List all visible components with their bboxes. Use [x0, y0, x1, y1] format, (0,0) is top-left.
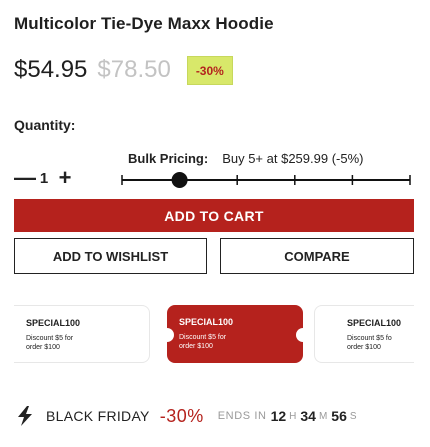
coupon-code: SPECIAL100: [26, 318, 81, 328]
price-row: $54.95 $78.50 -30%: [14, 54, 233, 86]
ends-in-label: ENDS IN: [217, 410, 267, 422]
countdown-hours: 12: [270, 408, 287, 424]
compare-button[interactable]: COMPARE: [220, 238, 414, 274]
bulk-pricing-label: Bulk Pricing:: [128, 151, 209, 166]
coupon-description: order $100: [347, 344, 381, 351]
coupon-carousel: SPECIAL100 Discount $5 for order $100 SP…: [14, 305, 414, 363]
original-price: $78.50: [97, 56, 171, 83]
add-to-cart-button[interactable]: ADD TO CART: [14, 199, 414, 232]
promo-label: BLACK FRIDAY: [46, 408, 150, 424]
bulk-pricing: Bulk Pricing: Buy 5+ at $259.99 (-5%): [128, 151, 363, 166]
coupon-notch: [296, 328, 310, 342]
coupon-description: Discount $5 for: [26, 335, 74, 343]
coupon-description: Discount $5 fo: [347, 335, 392, 343]
coupon-card[interactable]: SPECIAL100 Discount $5 fo order $100: [314, 305, 414, 363]
bulk-quantity-slider[interactable]: [118, 171, 414, 189]
quantity-stepper: — 1 +: [14, 167, 74, 189]
add-to-wishlist-button[interactable]: ADD TO WISHLIST: [14, 238, 207, 274]
countdown-seconds-unit: S: [349, 410, 357, 422]
quantity-label: Quantity:: [14, 117, 76, 133]
coupon-notch: [160, 328, 174, 342]
product-title: Multicolor Tie-Dye Maxx Hoodie: [14, 14, 274, 33]
coupon-code: SPECIAL100: [179, 317, 234, 327]
quantity-value[interactable]: 1: [32, 170, 56, 187]
bulk-pricing-text: Buy 5+ at $259.99 (-5%): [222, 151, 364, 166]
coupon-code: SPECIAL100: [347, 318, 402, 328]
promo-percent: -30%: [159, 405, 204, 426]
sale-price: $54.95: [14, 56, 88, 83]
black-friday-banner: BLACK FRIDAY -30% ENDS IN 12 H 34 M 56 S: [14, 404, 357, 428]
coupon-description: Discount $5 for: [179, 334, 227, 342]
coupon-card[interactable]: SPECIAL100 Discount $5 for order $100: [14, 305, 150, 363]
increment-button[interactable]: +: [56, 167, 74, 189]
discount-badge: -30%: [186, 55, 233, 85]
countdown-minutes: 34: [300, 408, 316, 424]
countdown-hours-unit: H: [289, 410, 297, 422]
decrement-button[interactable]: —: [14, 167, 36, 189]
countdown-minutes-unit: M: [318, 410, 328, 422]
lightning-bolt-icon: [14, 405, 36, 427]
slider-handle[interactable]: [171, 172, 188, 188]
countdown-seconds: 56: [331, 408, 347, 424]
coupon-description: order $100: [179, 343, 213, 350]
coupon-description: order $100: [26, 344, 60, 351]
coupon-card-active[interactable]: SPECIAL100 Discount $5 for order $100: [160, 305, 310, 363]
